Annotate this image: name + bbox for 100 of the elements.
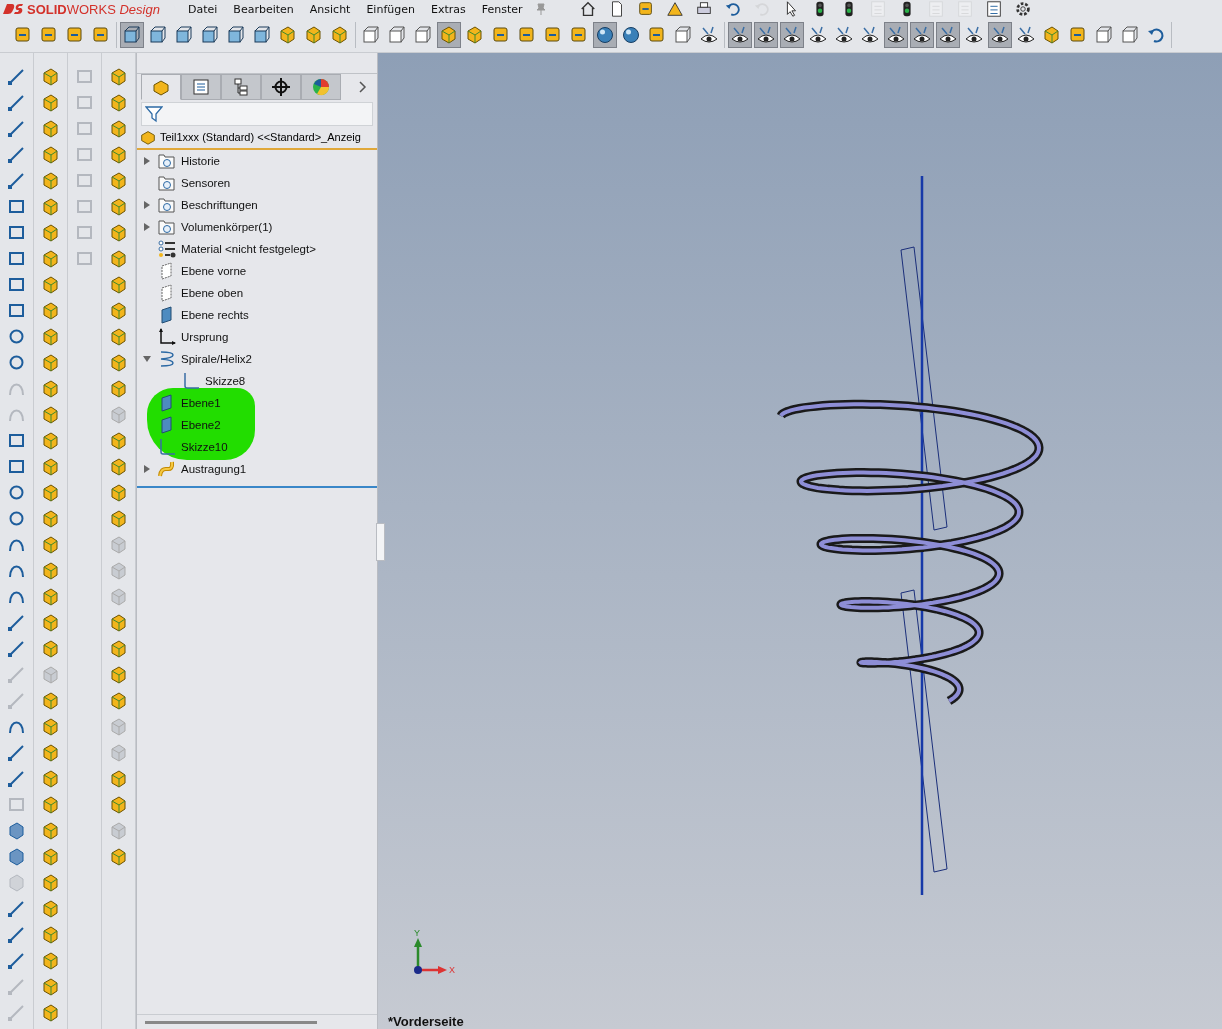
tree-item[interactable]: Ebene1 xyxy=(181,397,221,409)
solid-tool-icon[interactable] xyxy=(40,275,61,295)
line-tool-icon[interactable] xyxy=(6,925,27,945)
solid-tool-icon[interactable] xyxy=(108,691,129,711)
solid-tool-icon[interactable] xyxy=(40,587,61,607)
solid-tool-icon[interactable] xyxy=(108,145,129,165)
tree-item[interactable]: Ursprung xyxy=(181,331,229,343)
tree-item[interactable]: Ebene oben xyxy=(181,287,244,299)
tree-item[interactable]: Ebene rechts xyxy=(181,309,249,321)
solid-tool-icon[interactable] xyxy=(40,925,61,945)
solid-tool-icon[interactable] xyxy=(108,275,129,295)
tree-item[interactable]: Ebene vorne xyxy=(181,265,247,277)
menu-item[interactable]: Bearbeiten xyxy=(225,2,302,16)
solid-tool-icon[interactable] xyxy=(40,639,61,659)
solid-tool-icon[interactable] xyxy=(108,119,129,139)
tree-item[interactable]: Skizze10 xyxy=(181,441,228,453)
solid-tool-icon[interactable] xyxy=(40,1003,61,1023)
line-tool-icon[interactable] xyxy=(6,171,27,191)
tree-root[interactable]: Teil1xxx (Standard) <<Standard>_Anzeig xyxy=(160,131,361,143)
solid-tool-icon[interactable] xyxy=(108,301,129,321)
solid-tool-icon[interactable] xyxy=(108,93,129,113)
solid-tool-icon[interactable] xyxy=(40,847,61,867)
line-tool-icon[interactable] xyxy=(6,93,27,113)
tree-item[interactable]: Ebene2 xyxy=(181,419,221,431)
solid-tool-icon[interactable] xyxy=(40,873,61,893)
solid-tool-icon[interactable] xyxy=(108,379,129,399)
menu-item[interactable]: Datei xyxy=(180,2,226,16)
line-tool-icon[interactable] xyxy=(6,145,27,165)
solid-tool-icon[interactable] xyxy=(40,743,61,763)
expand-arrow-icon[interactable] xyxy=(144,201,150,209)
tree-item[interactable]: Historie xyxy=(181,155,220,167)
solid-tool-icon[interactable] xyxy=(108,249,129,269)
menu-item[interactable]: Extras xyxy=(422,2,474,16)
solid-tool-icon[interactable] xyxy=(40,535,61,555)
line-tool-icon[interactable] xyxy=(6,613,27,633)
solid-tool-icon[interactable] xyxy=(40,717,61,737)
tree-item[interactable]: Austragung1 xyxy=(181,463,247,475)
tree-item[interactable]: Sensoren xyxy=(181,177,231,189)
solid-tool-icon[interactable] xyxy=(40,327,61,347)
solid-tool-icon[interactable] xyxy=(108,769,129,789)
solid-tool-icon[interactable] xyxy=(40,951,61,971)
solid-tool-icon[interactable] xyxy=(40,795,61,815)
solid-tool-icon[interactable] xyxy=(108,483,129,503)
solid-tool-icon[interactable] xyxy=(40,249,61,269)
cube-tool-icon[interactable] xyxy=(6,847,27,867)
menu-item[interactable]: Einfügen xyxy=(358,2,423,16)
line-tool-icon[interactable] xyxy=(6,67,27,87)
solid-tool-icon[interactable] xyxy=(40,483,61,503)
solid-tool-icon[interactable] xyxy=(40,769,61,789)
solid-tool-icon[interactable] xyxy=(108,197,129,217)
solid-tool-icon[interactable] xyxy=(40,561,61,581)
solid-tool-icon[interactable] xyxy=(108,509,129,529)
line-tool-icon[interactable] xyxy=(6,119,27,139)
solid-tool-icon[interactable] xyxy=(40,223,61,243)
panel-tab[interactable] xyxy=(221,74,261,100)
line-tool-icon[interactable] xyxy=(6,769,27,789)
solid-tool-icon[interactable] xyxy=(108,67,129,87)
line-tool-icon[interactable] xyxy=(6,639,27,659)
toolbar-button[interactable] xyxy=(936,22,960,48)
tree-item[interactable]: Beschriftungen xyxy=(181,199,258,211)
solid-tool-icon[interactable] xyxy=(108,171,129,191)
panel-tab[interactable] xyxy=(261,74,301,100)
solid-tool-icon[interactable] xyxy=(40,899,61,919)
expand-arrow-icon[interactable] xyxy=(144,157,150,165)
scrollbar-thumb[interactable] xyxy=(145,1020,317,1024)
tree-item[interactable]: Spirale/Helix2 xyxy=(181,353,252,365)
chevron-right-icon[interactable] xyxy=(359,81,367,93)
line-tool-icon[interactable] xyxy=(6,743,27,763)
solid-tool-icon[interactable] xyxy=(108,795,129,815)
pin-icon[interactable] xyxy=(534,3,547,15)
menu-item[interactable]: Ansicht xyxy=(301,2,359,16)
toolbar-button[interactable] xyxy=(988,22,1012,48)
collapse-arrow-icon[interactable] xyxy=(143,356,151,362)
line-tool-icon[interactable] xyxy=(6,899,27,919)
solid-tool-icon[interactable] xyxy=(40,93,61,113)
toolbar-button[interactable] xyxy=(728,22,752,48)
tree-item[interactable]: Skizze8 xyxy=(205,375,246,387)
solid-tool-icon[interactable] xyxy=(40,67,61,87)
filter-field[interactable] xyxy=(141,102,373,126)
cube-tool-icon[interactable] xyxy=(6,821,27,841)
toolbar-button[interactable] xyxy=(754,22,778,48)
solid-tool-icon[interactable] xyxy=(40,977,61,997)
solid-tool-icon[interactable] xyxy=(108,327,129,347)
solid-tool-icon[interactable] xyxy=(108,431,129,451)
solid-tool-icon[interactable] xyxy=(40,171,61,191)
solid-tool-icon[interactable] xyxy=(40,613,61,633)
toolbar-button[interactable] xyxy=(910,22,934,48)
solid-tool-icon[interactable] xyxy=(108,613,129,633)
tree-item[interactable]: Volumenkörper(1) xyxy=(181,221,273,233)
toolbar-button[interactable] xyxy=(593,22,617,48)
solid-tool-icon[interactable] xyxy=(40,431,61,451)
solid-tool-icon[interactable] xyxy=(40,405,61,425)
solid-tool-icon[interactable] xyxy=(108,665,129,685)
solid-tool-icon[interactable] xyxy=(40,119,61,139)
expand-arrow-icon[interactable] xyxy=(144,465,150,473)
solid-tool-icon[interactable] xyxy=(40,353,61,373)
solid-tool-icon[interactable] xyxy=(40,379,61,399)
solid-tool-icon[interactable] xyxy=(108,353,129,373)
solid-tool-icon[interactable] xyxy=(40,197,61,217)
solid-tool-icon[interactable] xyxy=(108,457,129,477)
